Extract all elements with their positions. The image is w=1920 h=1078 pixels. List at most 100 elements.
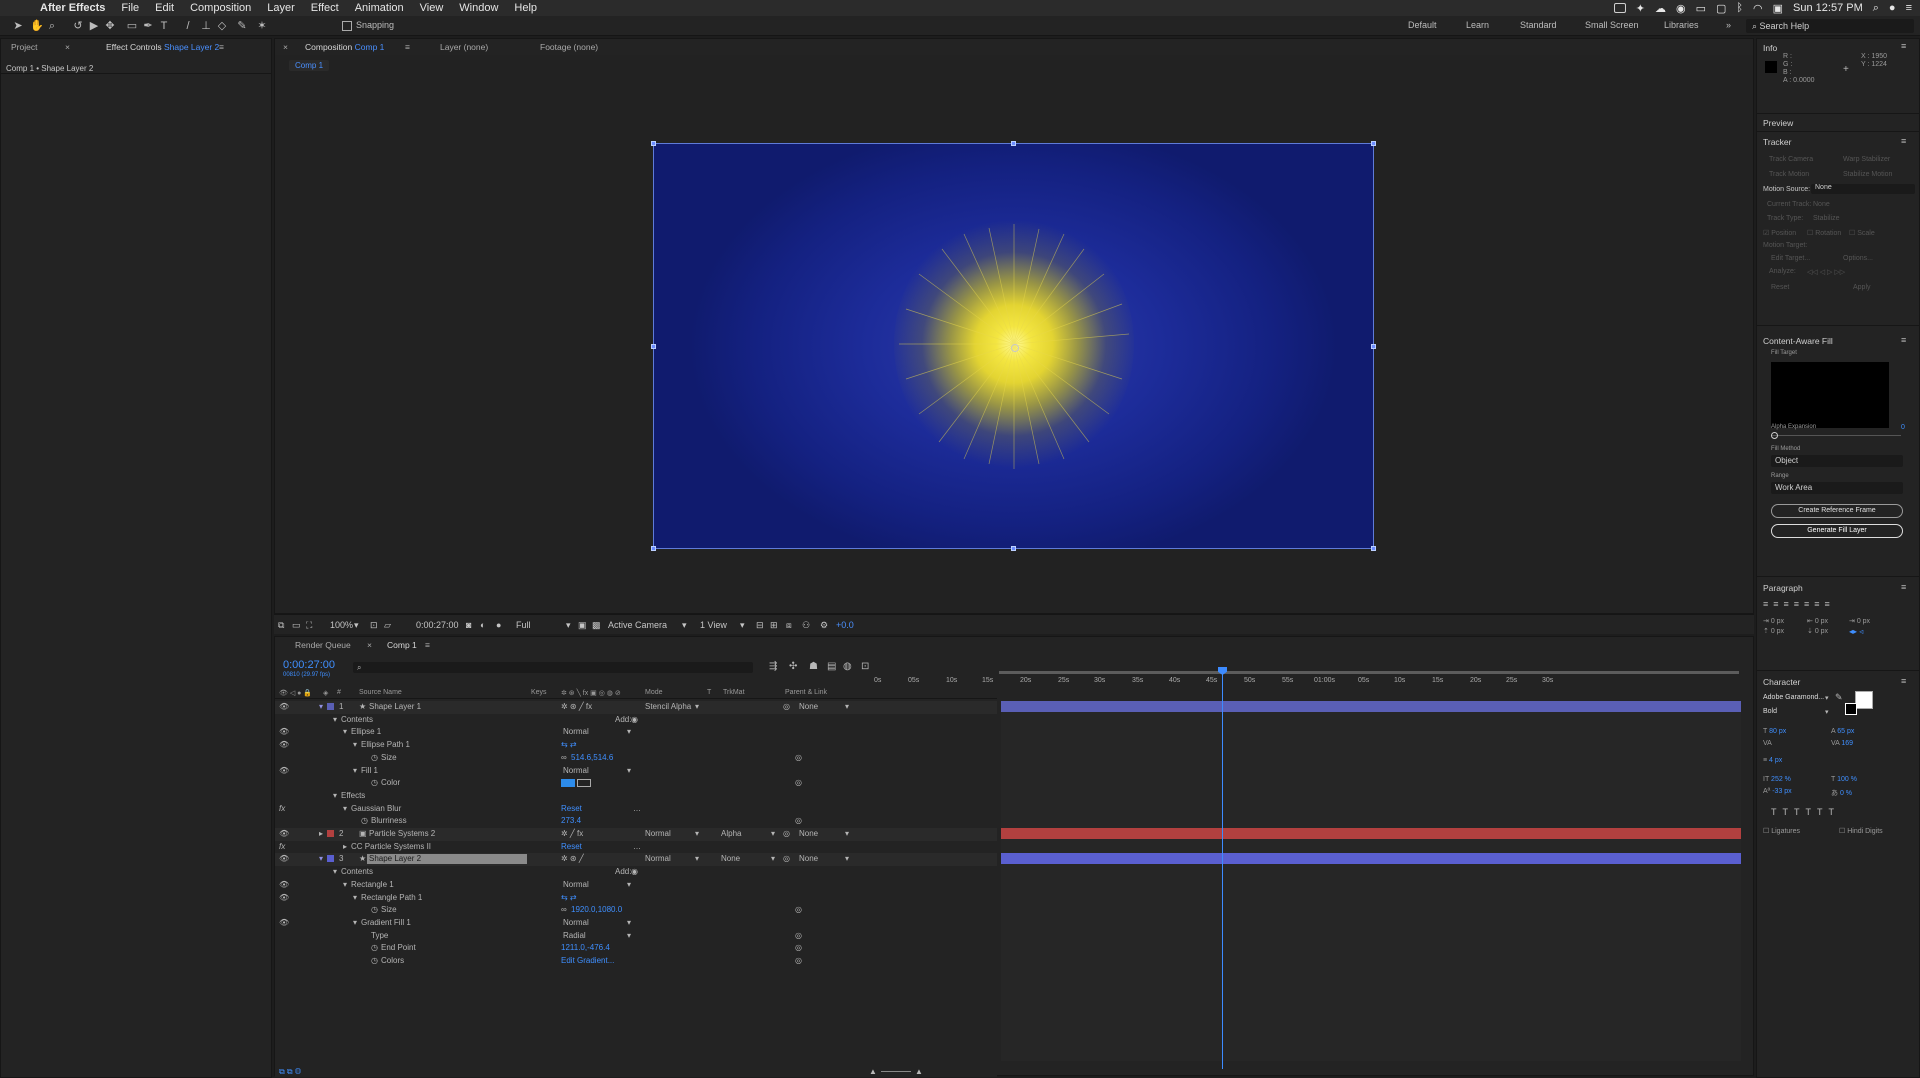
expand-arrow-icon[interactable]: ▾ xyxy=(353,740,357,749)
work-area-bar[interactable] xyxy=(999,671,1739,674)
dropbox-icon[interactable]: ✦ xyxy=(1636,2,1645,15)
search-help-input[interactable]: ⌕ Search Help xyxy=(1746,19,1914,33)
pan-behind-tool-icon[interactable]: ✥ xyxy=(104,20,116,32)
panel-menu-icon[interactable]: ≡ xyxy=(1901,335,1906,345)
panel-menu-icon[interactable]: ≡ xyxy=(1901,136,1906,146)
gear-icon[interactable]: ⚙ xyxy=(820,620,828,631)
chevron-down-icon[interactable]: ▾ xyxy=(771,854,775,863)
stopwatch-icon[interactable]: ◷ xyxy=(371,753,378,762)
property-row[interactable]: fx ▸ CC Particle Systems II Reset … xyxy=(275,841,997,854)
motion-blur-icon[interactable]: ◍ xyxy=(843,661,852,672)
warp-stabilizer-button[interactable]: Warp Stabilizer xyxy=(1843,156,1890,163)
close-icon[interactable]: × xyxy=(367,640,372,650)
path-direction-icon[interactable]: ⇆ ⇄ xyxy=(561,893,577,902)
expression-pickwhip-icon[interactable]: ◎ xyxy=(795,778,802,787)
col-source-name[interactable]: Source Name xyxy=(359,689,402,696)
zoom-in-icon[interactable]: ▲ xyxy=(915,1067,923,1076)
chevron-down-icon[interactable]: ▾ xyxy=(627,880,631,889)
menu-app-name[interactable]: After Effects xyxy=(40,2,105,14)
create-reference-frame-button[interactable]: Create Reference Frame xyxy=(1771,504,1903,518)
viewer-timecode[interactable]: 0:00:27:00 xyxy=(416,620,459,630)
always-preview-icon[interactable]: ⧉ xyxy=(278,620,284,631)
position-checkbox[interactable]: ☑ Position xyxy=(1763,229,1796,237)
property-row[interactable]: ▾ Contents Add: ◉ xyxy=(275,866,997,879)
chevron-down-icon[interactable]: ▾ xyxy=(695,829,699,838)
property-row[interactable]: ▾ Contents Add: ◉ xyxy=(275,714,997,727)
property-value[interactable]: 1920.0,1080.0 xyxy=(571,905,622,914)
layer-row[interactable]: 👁 ▾ 3 ★ Shape Layer 2 ✲ ⊛ ╱ Normal ▾ Non… xyxy=(275,853,997,867)
indent-left[interactable]: ⇥ 0 px xyxy=(1763,617,1784,625)
property-row[interactable]: Type Radial ▾ ◎ xyxy=(275,930,997,943)
chevron-down-icon[interactable]: ▾ xyxy=(1825,694,1829,702)
layer-row[interactable]: 👁 ▸ 2 ▣ Particle Systems 2 ✲ ╱ fx Normal… xyxy=(275,828,997,841)
menu-file[interactable]: File xyxy=(121,2,139,14)
transform-handle-mr[interactable] xyxy=(1371,344,1376,349)
safe-margins-icon[interactable]: ⊡ xyxy=(370,620,378,631)
font-size[interactable]: T 80 px xyxy=(1763,728,1786,735)
chevron-down-icon[interactable]: ▾ xyxy=(771,829,775,838)
workspace-standard[interactable]: Standard xyxy=(1520,20,1557,30)
property-value[interactable]: 514.6,514.6 xyxy=(571,753,613,762)
eye-icon[interactable]: 👁 xyxy=(279,918,289,927)
color-channels-icon[interactable]: ● xyxy=(496,620,501,630)
property-value[interactable]: 273.4 xyxy=(561,816,581,825)
expand-arrow-icon[interactable]: ▾ xyxy=(319,854,323,863)
eye-icon[interactable]: 👁 xyxy=(279,854,289,863)
property-row[interactable]: 👁 ▾ Fill 1 Normal ▾ xyxy=(275,765,997,778)
panel-menu-icon[interactable]: ≡ xyxy=(425,640,430,650)
pen-tool-icon[interactable]: ✒ xyxy=(142,20,154,32)
col-keys[interactable]: Keys xyxy=(531,689,547,696)
composition-frame[interactable] xyxy=(653,143,1374,549)
chevron-down-icon[interactable]: ▾ xyxy=(695,854,699,863)
rectangle-tool-icon[interactable]: ▭ xyxy=(126,20,138,32)
exposure-value[interactable]: +0.0 xyxy=(836,620,854,630)
menu-edit[interactable]: Edit xyxy=(155,2,174,14)
stopwatch-icon[interactable]: ◷ xyxy=(361,816,368,825)
expand-arrow-icon[interactable]: ▾ xyxy=(353,893,357,902)
flowchart-icon[interactable]: ⚇ xyxy=(802,620,810,631)
timeline-lanes[interactable] xyxy=(1001,667,1741,1069)
label-color[interactable] xyxy=(327,703,334,710)
zoom-out-icon[interactable]: ▲ xyxy=(869,1067,877,1076)
panel-menu-icon[interactable]: ≡ xyxy=(405,42,410,52)
panel-menu-icon[interactable]: ≡ xyxy=(1901,582,1906,592)
resolution[interactable]: Full xyxy=(516,620,531,630)
eye-icon[interactable]: 👁 xyxy=(279,740,289,749)
link-icon[interactable]: ∞ xyxy=(561,905,567,914)
align-icons[interactable]: ≡≡≡≡≡≡≡ xyxy=(1763,599,1835,609)
monitor-icon[interactable]: ▭ xyxy=(292,620,301,631)
layer-bar[interactable] xyxy=(1001,828,1741,839)
airplay-icon[interactable]: ▢ xyxy=(1716,2,1726,15)
property-row[interactable]: 👁 ▾ Rectangle 1 Normal ▾ xyxy=(275,879,997,892)
menu-effect[interactable]: Effect xyxy=(311,2,339,14)
workspace-libraries[interactable]: Libraries xyxy=(1664,20,1699,30)
chevron-down-icon[interactable]: ▾ xyxy=(354,620,359,631)
transform-handle-ml[interactable] xyxy=(651,344,656,349)
expression-pickwhip-icon[interactable]: ◎ xyxy=(795,905,802,914)
frame-blending-icon[interactable]: ▤ xyxy=(827,661,836,672)
layer-row[interactable]: 👁 ▾ 1 ★ Shape Layer 1 ✲ ⊛ ╱ fx Stencil A… xyxy=(275,701,997,714)
layer-trkmat[interactable]: Alpha xyxy=(721,829,741,838)
property-row[interactable]: ◷ Size ∞ 514.6,514.6 ◎ xyxy=(275,752,997,765)
reset-button[interactable]: Reset xyxy=(1771,284,1789,291)
eye-icon[interactable]: 👁 xyxy=(279,727,289,736)
more-icon[interactable]: … xyxy=(633,804,641,813)
stabilize-motion-button[interactable]: Stabilize Motion xyxy=(1843,171,1892,178)
expand-arrow-icon[interactable]: ▾ xyxy=(333,791,337,800)
pickwhip-icon[interactable]: ◎ xyxy=(783,702,790,711)
transform-handle-bm[interactable] xyxy=(1011,546,1016,551)
apple-icon[interactable] xyxy=(14,1,28,15)
anchor-point-icon[interactable] xyxy=(1011,344,1019,352)
chevron-down-icon[interactable]: ▾ xyxy=(845,829,849,838)
add-label[interactable]: Add: xyxy=(615,715,631,724)
property-row[interactable]: ◷ Size ∞ 1920.0,1080.0 ◎ xyxy=(275,904,997,917)
stroke-color-swatch[interactable] xyxy=(1845,703,1857,715)
expand-arrow-icon[interactable]: ▾ xyxy=(333,715,337,724)
add-icon[interactable]: ◉ xyxy=(631,715,638,724)
chevron-down-icon[interactable]: ▾ xyxy=(627,918,631,927)
comp-mini-flowchart-icon[interactable]: ⇶ xyxy=(769,661,777,672)
expand-arrow-icon[interactable]: ▸ xyxy=(343,842,347,851)
menu-composition[interactable]: Composition xyxy=(190,2,251,14)
toggle-switches-icon[interactable]: ⧉ ⧉ ◍ xyxy=(279,1067,301,1077)
rotation-checkbox[interactable]: ☐ Rotation xyxy=(1807,229,1841,237)
